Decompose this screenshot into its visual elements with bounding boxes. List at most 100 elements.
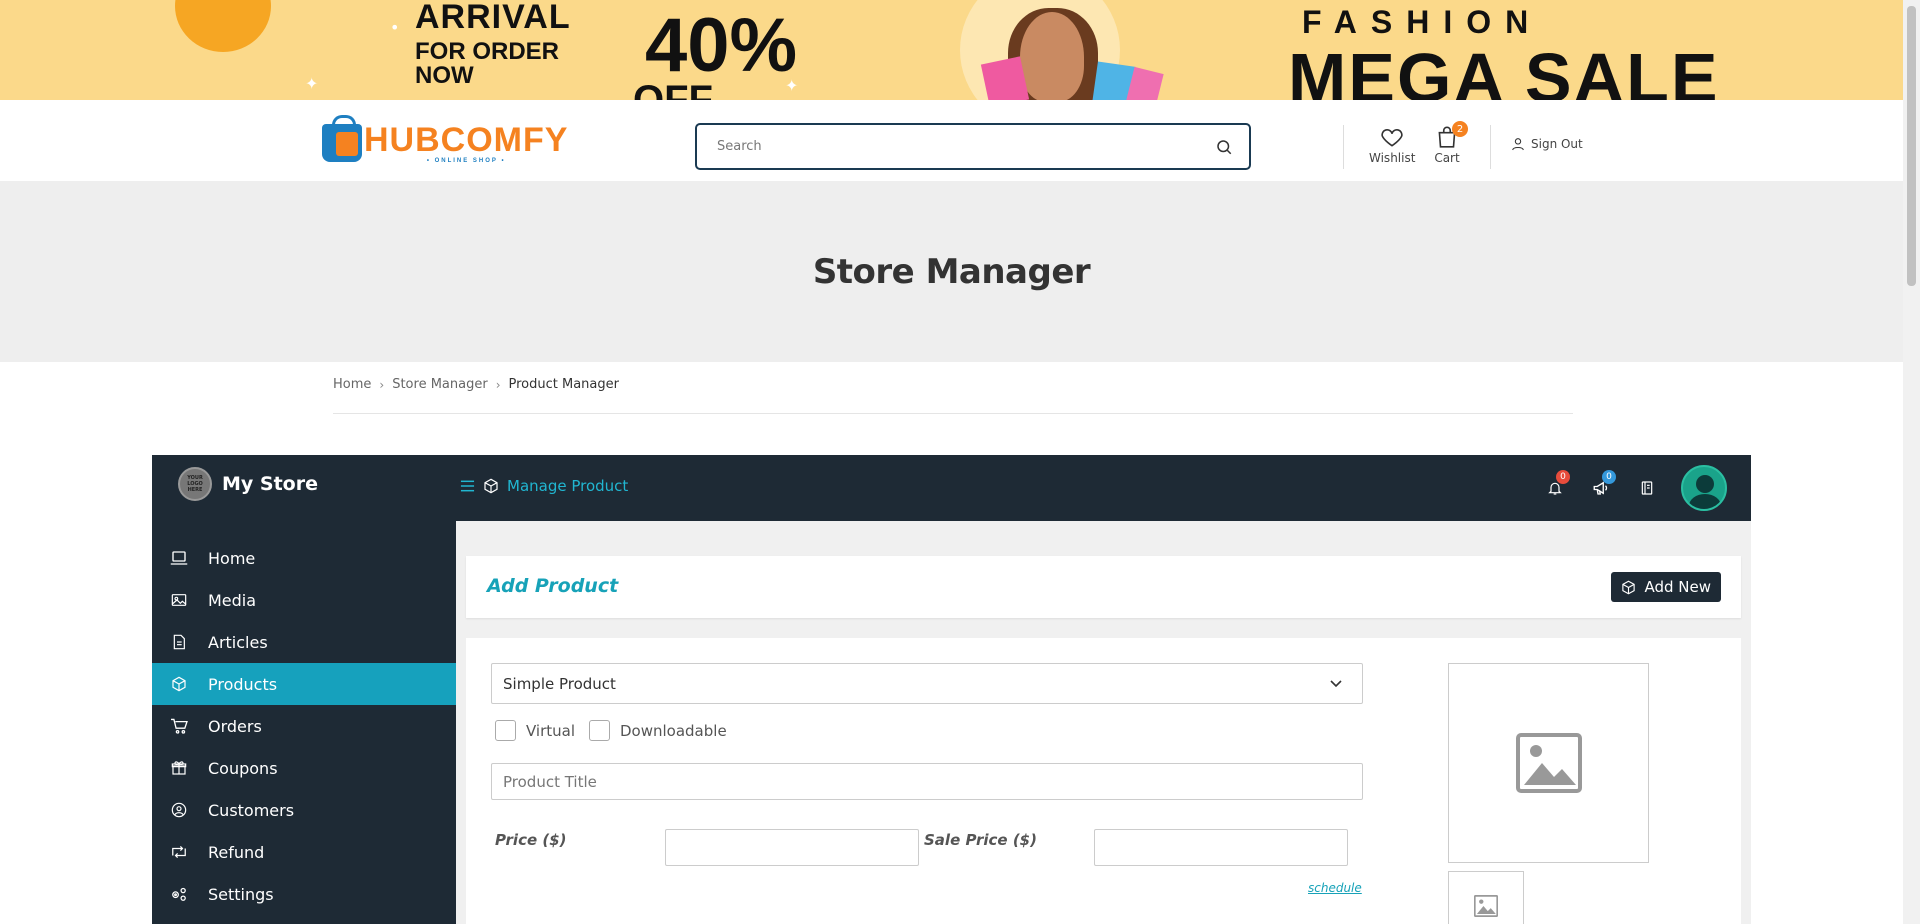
chevron-down-icon: [1330, 679, 1342, 688]
product-title-input[interactable]: [491, 763, 1363, 800]
store-brand[interactable]: YOUR LOGO HERE My Store: [178, 467, 318, 501]
sidebar-item-articles[interactable]: Articles: [152, 621, 456, 663]
sidebar-item-label: Media: [208, 590, 257, 610]
sidebar-item-products[interactable]: Products: [152, 663, 456, 705]
logo-bag-icon: [322, 115, 362, 162]
banner-sun-shape: [175, 0, 271, 52]
sidebar-item-settings[interactable]: Settings: [152, 873, 456, 915]
breadcrumb-home[interactable]: Home: [333, 377, 371, 392]
banner-fashion-text: FASHION: [1302, 4, 1543, 40]
image-placeholder-icon: [1474, 895, 1498, 917]
sparkle-icon: ✦: [305, 74, 319, 93]
sidebar-item-label: Orders: [208, 716, 262, 736]
cart-label: Cart: [1434, 151, 1460, 165]
image-placeholder-icon: [1515, 733, 1582, 793]
banner-mega-sale-text: MEGA SALE: [1288, 39, 1720, 100]
add-new-label: Add New: [1644, 578, 1711, 596]
sidebar-item-refund[interactable]: Refund: [152, 831, 456, 873]
book-icon: [1639, 479, 1655, 497]
banner-arrival-text: ARRIVAL: [415, 0, 571, 36]
search-icon[interactable]: [1215, 138, 1233, 156]
manage-product-label: Manage Product: [507, 477, 629, 495]
sparkle-icon: •: [390, 18, 400, 37]
page-hero: Store Manager: [0, 181, 1903, 362]
product-type-select[interactable]: Simple Product: [491, 663, 1363, 704]
store-logo: YOUR LOGO HERE: [178, 467, 212, 501]
store-name: My Store: [222, 473, 318, 495]
schedule-link[interactable]: schedule: [1308, 881, 1362, 895]
virtual-label: Virtual: [526, 721, 576, 740]
image-icon: [170, 591, 188, 609]
cube-icon: [483, 478, 499, 494]
cart-count-badge: 2: [1452, 121, 1468, 137]
menu-icon[interactable]: [460, 479, 475, 493]
header-divider: [1343, 125, 1344, 169]
banner-percent-text: 40%: [645, 3, 798, 88]
knowledgebase-button[interactable]: [1635, 476, 1659, 500]
search-input[interactable]: [717, 139, 1215, 154]
sidebar-item-label: Coupons: [208, 758, 278, 778]
scrollbar-thumb[interactable]: [1907, 6, 1916, 286]
downloadable-checkbox[interactable]: [589, 720, 610, 741]
announcements-count-badge: 0: [1602, 470, 1616, 484]
page-title: Store Manager: [812, 251, 1091, 292]
downloadable-checkbox-group: Downloadable: [589, 720, 727, 741]
dashboard-sidebar: Home Media Articles Products Orders Coup…: [152, 521, 456, 924]
sidebar-item-coupons[interactable]: Coupons: [152, 747, 456, 789]
notifications-button[interactable]: 0: [1543, 470, 1570, 500]
featured-image-upload[interactable]: [1448, 663, 1649, 863]
sidebar-item-orders[interactable]: Orders: [152, 705, 456, 747]
add-product-title: Add Product: [487, 575, 619, 597]
banner-for-order-text: FOR ORDER NOW: [415, 38, 559, 89]
add-new-button[interactable]: Add New: [1611, 572, 1721, 602]
breadcrumb-store-manager[interactable]: Store Manager: [392, 377, 487, 392]
downloadable-label: Downloadable: [620, 721, 727, 740]
user-circle-icon: [170, 801, 188, 819]
logo-subtitle: • ONLINE SHOP •: [426, 157, 506, 164]
sidebar-item-media[interactable]: Media: [152, 579, 456, 621]
cart-link[interactable]: 2 Cart: [1433, 121, 1468, 165]
product-form-card: Simple Product Virtual Downloadable Pric…: [466, 638, 1741, 924]
chevron-right-icon: ›: [495, 377, 501, 392]
breadcrumb-divider: [333, 413, 1573, 414]
header-divider: [1490, 125, 1491, 169]
sale-price-input[interactable]: [1094, 829, 1348, 866]
sidebar-item-customers[interactable]: Customers: [152, 789, 456, 831]
user-icon: [1510, 136, 1526, 152]
sidebar-item-label: Home: [208, 548, 256, 568]
banner-model-face: [1020, 12, 1084, 100]
sidebar-item-label: Customers: [208, 800, 295, 820]
sidebar-item-home[interactable]: Home: [152, 537, 456, 579]
sale-price-label: Sale Price ($): [924, 831, 1037, 849]
wishlist-link[interactable]: Wishlist: [1369, 124, 1415, 165]
store-dashboard: YOUR LOGO HERE My Store Manage Product 0: [152, 455, 1751, 924]
laptop-icon: [170, 549, 188, 567]
dashboard-top-icons: 0 0: [1543, 465, 1727, 511]
banner-off-text: OFF: [633, 78, 713, 100]
notifications-count-badge: 0: [1556, 470, 1570, 484]
site-logo[interactable]: HUBCOMFY • ONLINE SHOP •: [322, 115, 569, 166]
page: ARRIVAL FOR ORDER NOW 40% OFF FASHION ME…: [0, 0, 1920, 924]
gift-icon: [170, 759, 188, 777]
sparkle-icon: ✦: [785, 76, 799, 95]
cart-icon: [170, 717, 188, 735]
breadcrumb: Home › Store Manager › Product Manager: [333, 377, 619, 392]
add-product-header-card: Add Product Add New: [466, 556, 1741, 618]
announcements-button[interactable]: 0: [1589, 470, 1616, 500]
shopping-bag-icon: 2: [1433, 121, 1468, 150]
gallery-image-upload[interactable]: [1448, 871, 1524, 924]
virtual-checkbox[interactable]: [495, 720, 516, 741]
document-icon: [170, 633, 188, 651]
user-avatar[interactable]: [1681, 465, 1727, 511]
sign-out-link[interactable]: Sign Out: [1510, 136, 1583, 152]
logo-word: HUBCOMFY: [364, 120, 569, 159]
page-scrollbar[interactable]: [1903, 0, 1920, 924]
cogs-icon: [170, 885, 188, 903]
sidebar-item-label: Products: [208, 674, 278, 694]
price-input[interactable]: [665, 829, 919, 866]
promo-banner[interactable]: ARRIVAL FOR ORDER NOW 40% OFF FASHION ME…: [0, 0, 1903, 100]
manage-product-header: Manage Product: [460, 477, 628, 495]
product-type-value: Simple Product: [503, 674, 616, 693]
heart-icon: [1378, 124, 1406, 150]
sidebar-item-label: Refund: [208, 842, 265, 862]
